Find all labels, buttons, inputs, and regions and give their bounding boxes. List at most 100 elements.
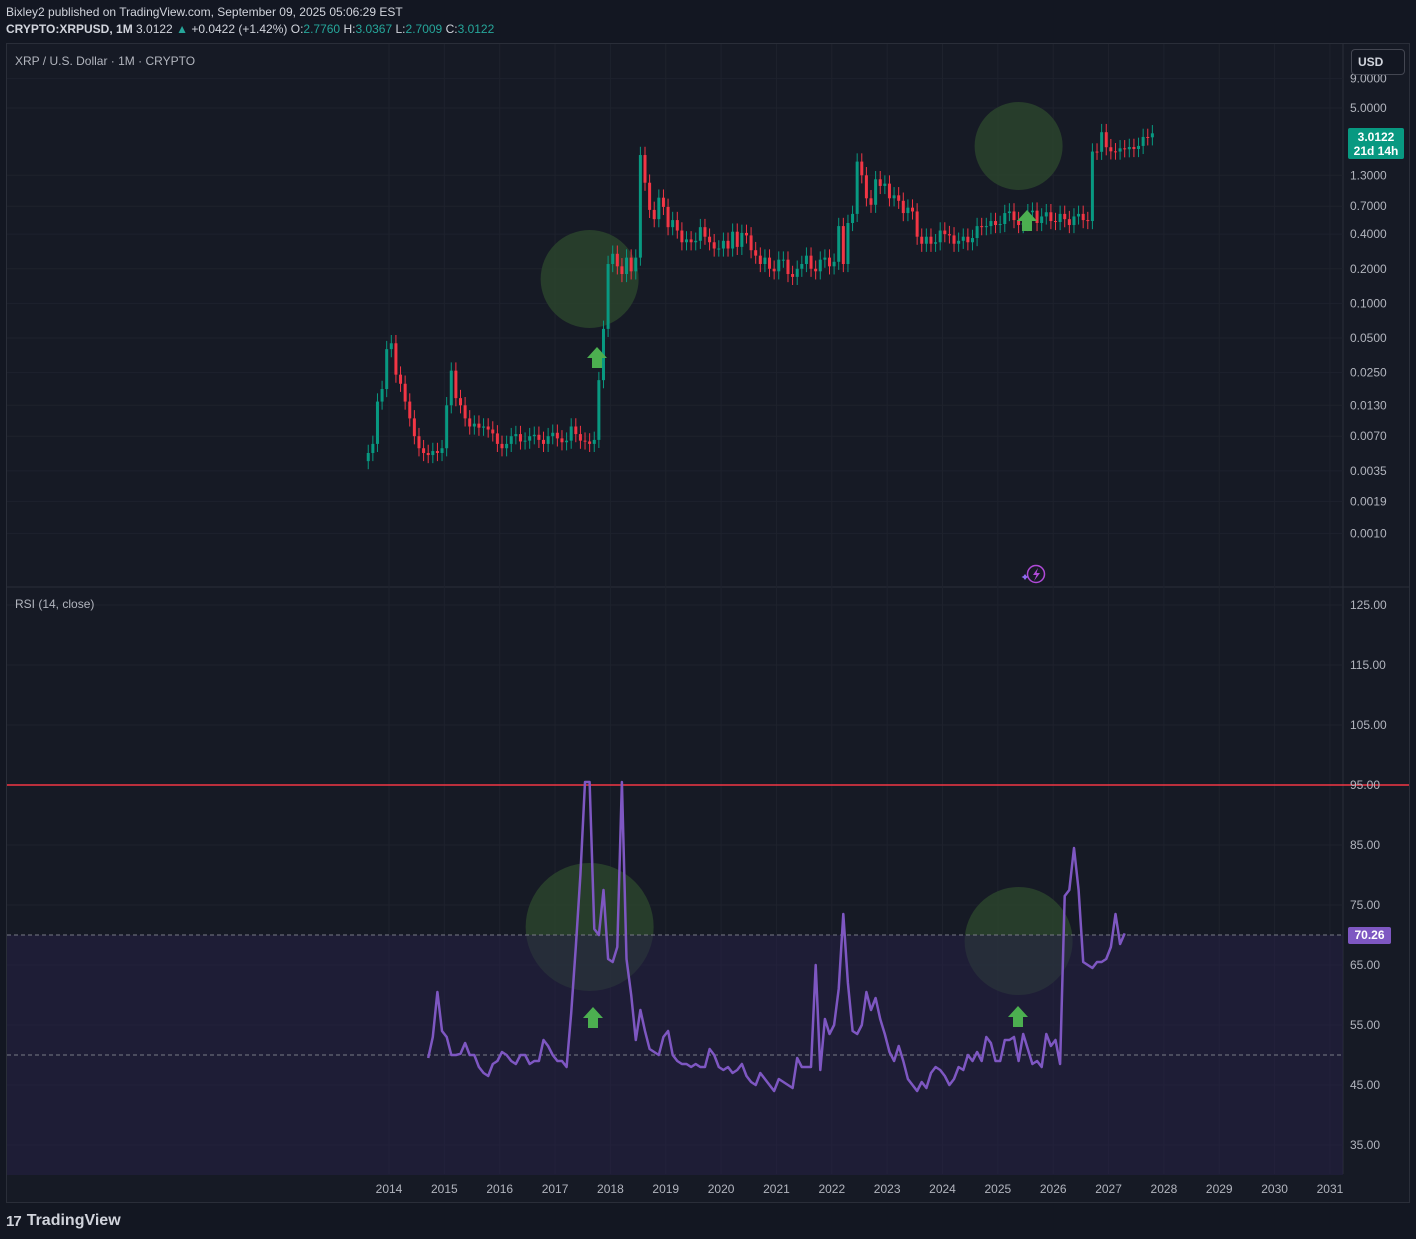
candle-body [749,235,753,251]
high-label: H: [343,22,356,36]
candle-body [823,257,827,260]
candle-body [449,370,453,406]
candle-body [966,236,970,243]
x-tick-label: 2026 [1040,1182,1067,1196]
candle-body [1090,151,1094,222]
candle-body [1104,132,1108,148]
tradingview-logo-icon[interactable]: 17 [6,1213,22,1230]
candle-body [435,451,439,453]
candle-body [763,257,767,265]
x-tick-label: 2024 [929,1182,956,1196]
x-tick-label: 2023 [874,1182,901,1196]
candle-body [578,434,582,441]
candle-body [555,432,559,439]
candle-body [818,259,822,272]
x-tick-label: 2025 [984,1182,1011,1196]
candle-body [957,240,961,244]
up-arrow-icon [1017,210,1037,231]
candle-body [385,349,389,390]
candle-body [832,261,836,267]
candle-body [1095,151,1099,153]
x-tick-label: 2019 [652,1182,679,1196]
candle-body [611,253,615,265]
price-tick-label: 0.0130 [1350,398,1387,412]
highlight-circles [525,102,1073,995]
x-tick-label: 2017 [542,1182,569,1196]
candle-body [1141,136,1145,146]
candle-body [422,448,426,453]
candle-body [606,264,610,329]
candle-body [721,240,725,249]
publish-info: Bixley2 published on TradingView.com, Se… [6,5,403,19]
candle-body [514,434,518,437]
candle-body [638,155,642,258]
rsi-tick-label: 55.00 [1350,1018,1380,1032]
candle-body [994,221,998,226]
highlight-circle [974,102,1063,190]
candle-body [1150,133,1154,138]
price-tick-label: 0.0035 [1350,464,1387,478]
candle-body [394,343,398,375]
candle-body [675,220,679,231]
candle-body [1077,213,1081,217]
price-tick-label: 0.1000 [1350,296,1387,310]
ohlc-legend: CRYPTO:XRPUSD, 1M 3.0122 ▲ +0.0422 (+1.4… [6,21,1406,38]
candle-body [1072,216,1076,226]
candle-body [1109,147,1113,152]
candle-body [915,211,919,237]
candle-body [943,230,947,235]
candle-body [482,426,486,428]
candle-body [528,436,532,441]
candle-body [440,448,444,453]
candle-body [565,440,569,443]
candle-body [399,374,403,384]
candle-body [952,235,956,244]
candle-body [495,433,499,444]
candle-body [546,436,550,444]
candle-body [800,264,804,269]
candle-body [1063,213,1067,220]
candle-body [1146,136,1150,138]
candle-body [841,226,845,265]
price-tick-label: 0.0010 [1350,526,1387,540]
chart-canvas[interactable]: 2014 2015 2016 2017 2018 2019 2020 2021 2022 2023… [7,44,1410,1203]
x-tick-label: 2014 [376,1182,403,1196]
rsi-tick-label: 35.00 [1350,1138,1380,1152]
chart-frame[interactable]: 2014 2015 2016 2017 2018 2019 2020 2021 2022 2023… [6,43,1410,1203]
x-tick-label: 2015 [431,1182,458,1196]
tradingview-logo-text[interactable]: TradingView [27,1212,121,1230]
candle-body [708,236,712,243]
candle-body [837,226,841,262]
candle-body [366,453,370,462]
lightning-icon [1021,564,1046,584]
candle-body [648,182,652,210]
candle-body [375,401,379,444]
candle-body [1007,211,1011,214]
candle-body [1086,220,1090,222]
candle-body [431,451,435,456]
candle-body [389,343,393,350]
last-price: 3.0122 [136,22,173,36]
candle-body [592,439,596,444]
candle-body [468,418,472,427]
candle-body [1113,151,1117,153]
candle-body [924,236,928,244]
candle-body [874,179,878,205]
candle-body [1012,211,1016,221]
candle-body [768,257,772,269]
candle-body [855,161,859,214]
candle-body [814,268,818,272]
candle-body [795,268,799,277]
currency-button[interactable]: USD [1351,49,1405,75]
candle-body [532,434,536,437]
candle-body [643,155,647,183]
price-tick-label: 0.0250 [1350,366,1387,380]
candle-body [961,236,965,241]
candle-body [491,429,495,434]
x-tick-label: 2016 [486,1182,513,1196]
price-tick-label: 0.7000 [1350,199,1387,213]
candle-body [777,259,781,272]
candle-body [883,183,887,186]
candle-body [574,426,578,435]
open-value: 2.7760 [303,22,341,36]
